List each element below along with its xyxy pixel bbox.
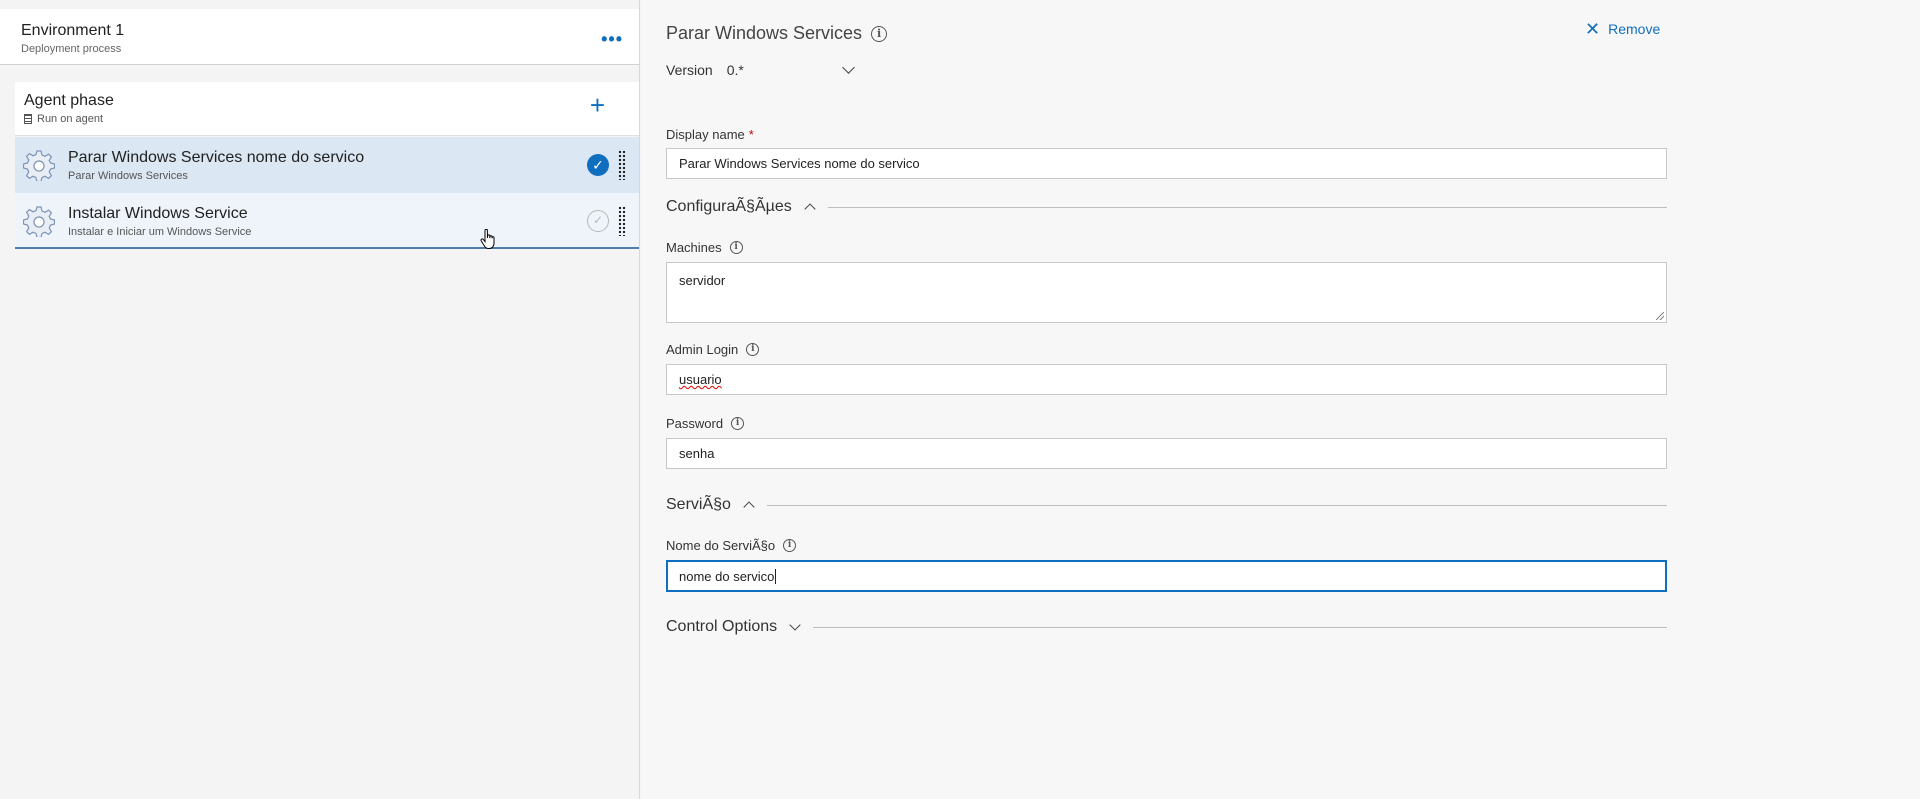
password-label: Password i (666, 416, 745, 431)
chevron-up-icon[interactable] (804, 203, 816, 215)
password-field[interactable]: senha (666, 438, 1667, 469)
environment-header[interactable]: Environment 1 Deployment process ••• (0, 9, 639, 65)
phase-subtitle: Run on agent (24, 113, 103, 125)
machines-label: Machines i (666, 240, 743, 255)
chevron-down-icon[interactable] (789, 619, 801, 631)
more-options-icon[interactable]: ••• (601, 29, 623, 50)
section-servico[interactable]: ServiÃ§o (666, 496, 1667, 514)
task-subtitle: Instalar e Iniciar um Windows Service (68, 226, 252, 238)
task-details-header: Parar Windows Services i (666, 23, 888, 44)
resize-handle-icon[interactable] (1656, 312, 1664, 320)
close-icon: ✕ (1585, 19, 1601, 39)
drag-handle-icon[interactable] (618, 150, 626, 180)
info-icon[interactable]: i (729, 241, 743, 254)
password-label-text: Password (666, 416, 724, 431)
phase-subtitle-text: Run on agent (37, 113, 104, 125)
info-icon[interactable]: i (783, 539, 797, 552)
text-caret (775, 568, 777, 584)
machines-label-text: Machines (666, 240, 722, 255)
section-divider (813, 626, 1667, 628)
task-enabled-checkbox[interactable]: ✓ (587, 210, 609, 232)
task-details-panel: Parar Windows Services i ✕ Remove Versio… (641, 0, 1920, 799)
gear-icon (23, 150, 55, 181)
environment-subtitle: Deployment process (21, 43, 122, 55)
admin-login-label: Admin Login i (666, 342, 760, 357)
task-subtitle: Parar Windows Services (68, 170, 188, 182)
task-title: Parar Windows Services nome do servico (68, 149, 365, 166)
display-name-label: Display name * (666, 127, 754, 142)
agent-phase[interactable]: Agent phase Run on agent + (15, 82, 639, 136)
display-name-field[interactable]: Parar Windows Services nome do servico (666, 148, 1667, 179)
remove-label: Remove (1608, 21, 1661, 37)
section-divider (766, 504, 1667, 506)
server-icon (24, 114, 32, 124)
task-item[interactable]: Parar Windows Services nome do servico P… (15, 137, 639, 193)
info-icon[interactable]: i (746, 343, 760, 356)
pipeline-panel: Environment 1 Deployment process ••• Age… (0, 0, 640, 799)
section-control-options[interactable]: Control Options (666, 618, 1667, 636)
version-selector[interactable]: Version 0.* (666, 60, 855, 78)
service-name-field[interactable]: nome do servico (666, 560, 1667, 592)
display-name-value: Parar Windows Services nome do servico (679, 156, 920, 171)
task-details-title: Parar Windows Services (666, 23, 863, 43)
remove-button[interactable]: ✕ Remove (1585, 19, 1661, 39)
gear-icon (23, 206, 55, 237)
service-name-label: Nome do ServiÃ§o i (666, 538, 797, 553)
admin-login-field[interactable]: usuario (666, 364, 1667, 395)
info-icon[interactable]: i (731, 417, 745, 430)
chevron-up-icon[interactable] (743, 501, 755, 513)
add-task-button[interactable]: + (590, 92, 605, 118)
version-label: Version (666, 62, 713, 78)
drag-handle-icon[interactable] (618, 206, 626, 236)
password-value: senha (679, 446, 715, 461)
section-configuracoes-title: ConfiguraÃ§Ãµes (666, 198, 792, 215)
info-icon[interactable]: i (871, 25, 888, 42)
display-name-label-text: Display name (666, 127, 745, 142)
required-marker: * (748, 127, 754, 142)
chevron-down-icon[interactable] (841, 60, 855, 74)
admin-login-label-text: Admin Login (666, 342, 739, 357)
environment-title: Environment 1 (21, 22, 125, 39)
service-name-label-text: Nome do ServiÃ§o (666, 538, 776, 553)
phase-title: Agent phase (24, 92, 114, 109)
admin-login-value: usuario (679, 372, 722, 387)
machines-textarea[interactable]: servidor (666, 262, 1667, 323)
task-item[interactable]: Instalar Windows Service Instalar e Inic… (15, 193, 639, 249)
service-name-value: nome do servico (679, 568, 775, 584)
section-control-options-title: Control Options (666, 618, 778, 635)
hand-cursor-icon (480, 229, 495, 249)
task-enabled-checkbox[interactable]: ✓ (587, 154, 609, 176)
section-configuracoes[interactable]: ConfiguraÃ§Ãµes (666, 198, 1667, 216)
section-servico-title: ServiÃ§o (666, 496, 731, 513)
machines-value: servidor (679, 273, 726, 288)
section-divider (827, 206, 1667, 208)
task-title: Instalar Windows Service (68, 205, 248, 222)
version-value: 0.* (726, 62, 744, 78)
